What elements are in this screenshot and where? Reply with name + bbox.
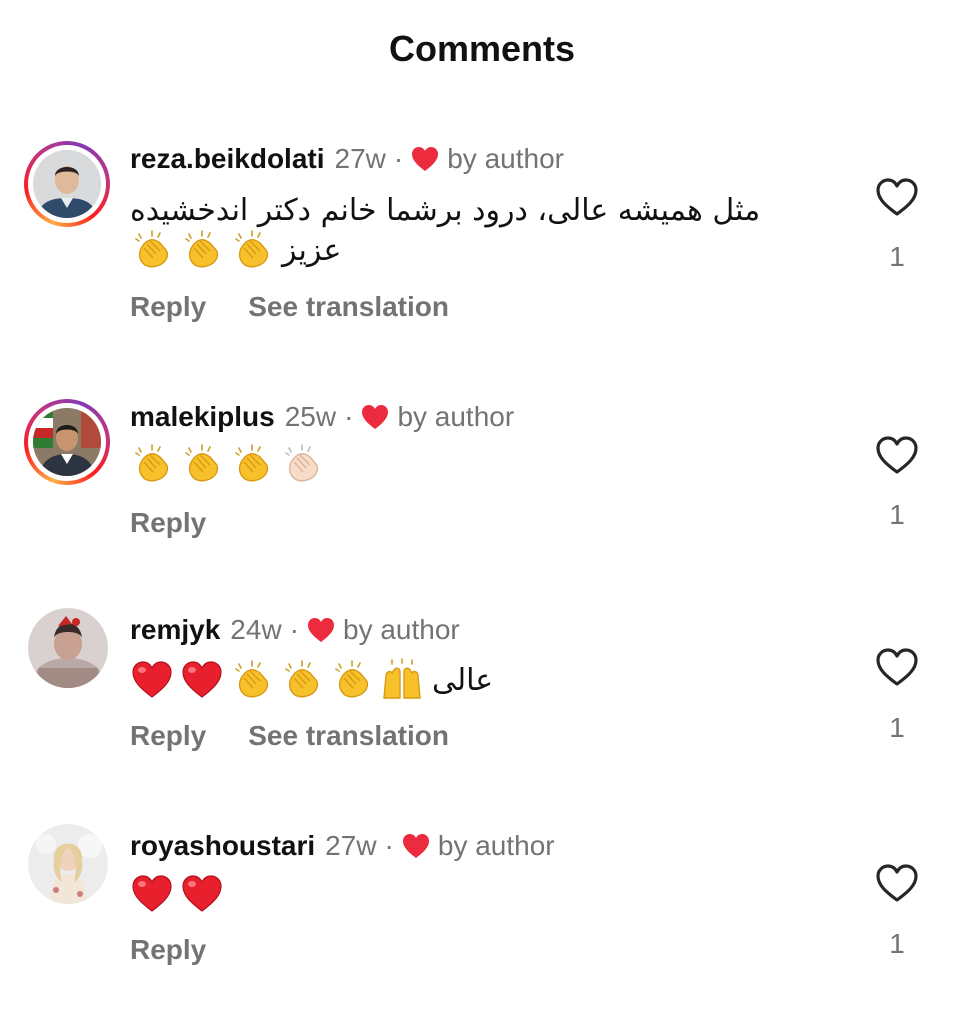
username[interactable]: royashoustari [130,830,315,862]
page-title: Comments [388,28,576,69]
reply-button[interactable]: Reply [130,507,206,539]
liked-by-author-label: by author [343,614,460,645]
clap-emoji-icon [230,442,274,486]
username[interactable]: reza.beikdolati [130,143,325,175]
clap-emoji-icon [330,658,374,702]
clap-emoji-icon [230,228,274,272]
like-count: 1 [889,241,905,272]
like-heart-icon[interactable] [874,646,920,688]
liked-by-author-label: by author [447,143,564,174]
comments-header: Comments [0,0,964,100]
like-count: 1 [889,499,905,530]
liked-by-author-label: by author [437,830,555,861]
like-count: 1 [889,712,905,743]
avatar-photo [33,150,101,218]
red-heart-emoji-icon [180,658,224,702]
comment-time: 24w [230,614,282,645]
red-heart-icon [411,146,439,172]
username[interactable]: malekiplus [130,401,275,433]
like-count: 1 [889,928,905,959]
comment-emojis [130,442,330,486]
liked-by-author-label: by author [397,401,515,432]
comment-meta: remjyk 24w · by author [130,614,460,646]
comment-actions: Reply See translation [130,720,449,752]
avatar[interactable] [24,824,110,910]
comment-actions: Reply See translation [130,291,449,323]
comment-actions: Reply [130,934,206,966]
comment-meta: malekiplus 25w · by author [130,401,514,433]
see-translation-button[interactable]: See translation [248,291,449,323]
red-heart-emoji-icon [130,872,174,916]
separator-dot: · [289,614,299,645]
comment-emojis [130,872,230,916]
avatar-photo [33,408,101,476]
comment-emojis: عالی [130,658,493,702]
separator-dot: · [384,830,394,861]
separator-dot: · [344,401,354,432]
like-heart-icon[interactable] [874,434,920,476]
red-heart-icon [361,404,389,430]
reply-button[interactable]: Reply [130,934,206,966]
avatar[interactable] [24,608,110,694]
username[interactable]: remjyk [130,614,220,646]
comment-actions: Reply [130,507,206,539]
clap-emoji-icon [230,658,274,702]
comment-text-line2: عزیز [130,228,341,272]
red-heart-icon [307,617,335,643]
avatar-photo [28,608,108,688]
see-translation-button[interactable]: See translation [248,720,449,752]
clap-emoji-icon [130,442,174,486]
like-heart-icon[interactable] [874,862,920,904]
comment-time: 27w [325,830,377,861]
clap-emoji-icon [180,442,224,486]
red-heart-emoji-icon [130,658,174,702]
comment-time: 25w [284,401,337,432]
reply-button[interactable]: Reply [130,291,206,323]
comment-text-word: عزیز [282,232,342,268]
avatar[interactable] [24,399,110,485]
reply-button[interactable]: Reply [130,720,206,752]
avatar[interactable] [24,141,110,227]
comment-text: عالی [432,662,494,698]
clap-emoji-icon [130,228,174,272]
red-heart-icon [402,833,430,859]
raising-hands-emoji-icon [380,658,424,702]
red-heart-emoji-icon [180,872,224,916]
comment-meta: reza.beikdolati 27w · by author [130,143,564,175]
avatar-photo [28,824,108,904]
clap-emoji-icon [180,228,224,272]
clap-light-emoji-icon [280,442,324,486]
separator-dot: · [393,143,404,174]
like-heart-icon[interactable] [874,176,920,218]
comment-time: 27w [334,143,386,174]
comment-meta: royashoustari 27w · by author [130,830,555,862]
clap-emoji-icon [280,658,324,702]
